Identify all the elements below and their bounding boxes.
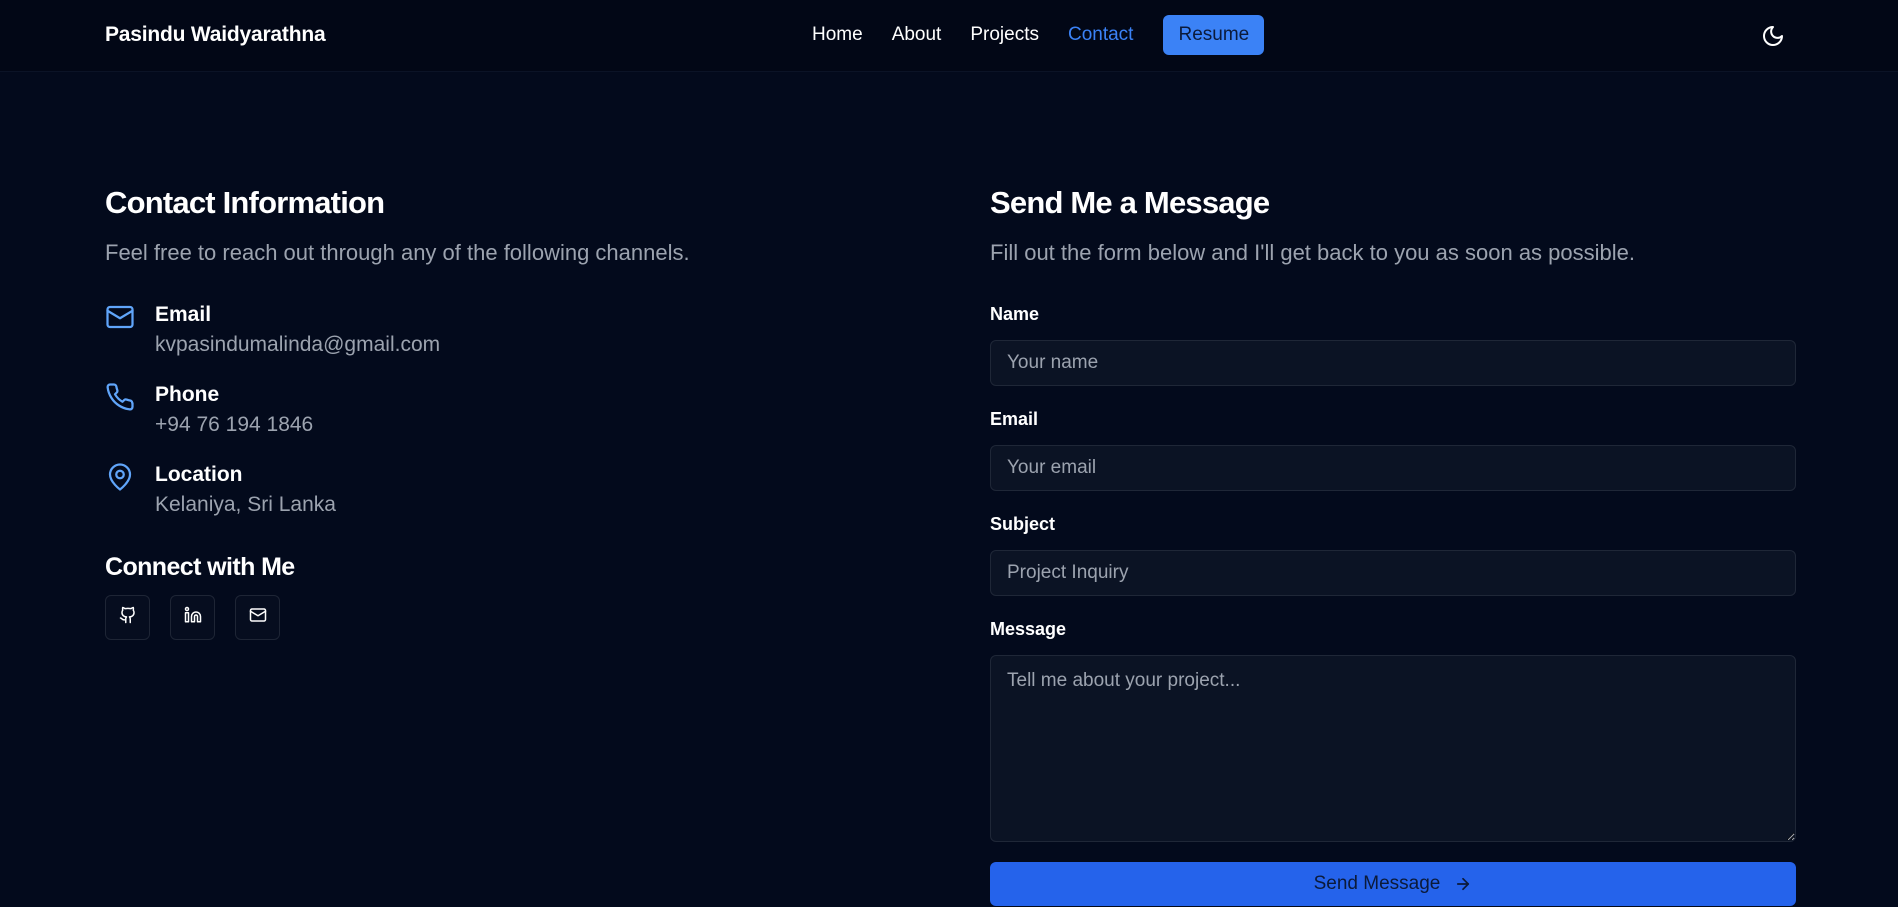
location-value: Kelaniya, Sri Lanka: [155, 493, 336, 516]
nav-home[interactable]: Home: [812, 24, 863, 46]
subject-input[interactable]: [990, 550, 1796, 596]
site-brand[interactable]: Pasindu Waidyarathna: [105, 23, 326, 47]
contact-label: Email: [155, 303, 212, 326]
moon-icon[interactable]: [1761, 24, 1785, 48]
subject-label: Subject: [990, 514, 1056, 534]
phone-value[interactable]: +94 76 194 1846: [155, 412, 313, 438]
message-textarea[interactable]: [990, 655, 1796, 842]
name-label: Name: [990, 304, 1040, 324]
linkedin-icon: [184, 606, 202, 629]
contact-information-section: Contact Information Feel free to reach o…: [105, 185, 905, 640]
connect-title: Connect with Me: [105, 553, 295, 581]
map-pin-icon: [105, 462, 135, 492]
message-label: Message: [990, 619, 1067, 639]
nav-about[interactable]: About: [892, 24, 942, 46]
social-links: [105, 595, 300, 640]
form-title: Send Me a Message: [990, 185, 1270, 220]
email-button[interactable]: [235, 595, 280, 640]
nav-contact[interactable]: Contact: [1068, 24, 1133, 46]
email-value[interactable]: kvpasindumalinda@gmail.com: [155, 332, 440, 358]
resume-button[interactable]: Resume: [1163, 15, 1265, 55]
nav-projects[interactable]: Projects: [970, 24, 1039, 46]
contact-info-title: Contact Information: [105, 185, 385, 220]
mail-icon: [249, 606, 267, 629]
main-nav: Home About Projects Contact Resume: [812, 15, 1265, 55]
contact-info-subtitle: Feel free to reach out through any of th…: [105, 240, 690, 265]
contact-label: Phone: [155, 383, 220, 406]
linkedin-button[interactable]: [170, 595, 215, 640]
github-icon: [119, 606, 137, 629]
contact-label: Location: [155, 463, 243, 486]
phone-icon: [105, 382, 135, 412]
mail-icon: [105, 302, 135, 332]
email-label: Email: [990, 409, 1039, 429]
send-message-label: Send Message: [1313, 873, 1441, 894]
name-input[interactable]: [990, 340, 1796, 386]
arrow-right-icon: [1454, 875, 1472, 893]
site-header: Pasindu Waidyarathna Home About Projects…: [0, 0, 1898, 72]
form-subtitle: Fill out the form below and I'll get bac…: [990, 240, 1635, 265]
send-message-button[interactable]: Send Message: [990, 862, 1796, 906]
github-button[interactable]: [105, 595, 150, 640]
email-input[interactable]: [990, 445, 1796, 491]
message-form-section: Send Me a Message Fill out the form belo…: [990, 185, 1796, 906]
